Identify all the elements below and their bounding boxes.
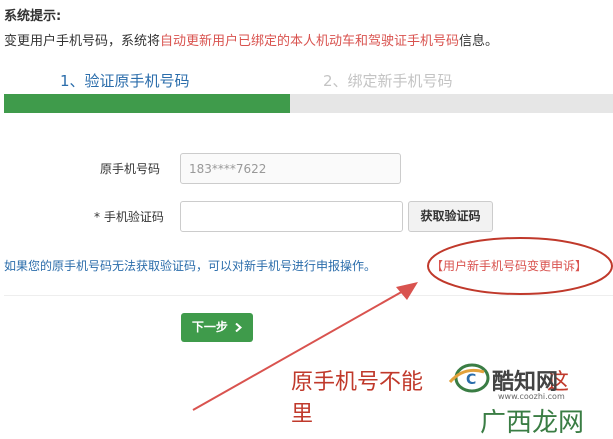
annotation-text-line1: 原手机号不能 bbox=[291, 370, 424, 395]
watermark: C 酷知网 www.coozhi.com 广西龙网 bbox=[442, 360, 613, 439]
notice-body-highlight: 自动更新用户已绑定的本人机动车和驾驶证手机号码 bbox=[160, 34, 460, 49]
watermark-url: www.coozhi.com bbox=[498, 392, 565, 401]
annotation-text-line2: 里 bbox=[291, 402, 314, 427]
notice-body-suffix: 信息。 bbox=[459, 34, 499, 49]
next-step-label: 下一步 bbox=[191, 320, 228, 334]
notice-body-prefix: 变更用户手机号码，系统将 bbox=[4, 34, 161, 49]
notice-title: 系统提示: bbox=[4, 9, 62, 24]
step-progress-bar bbox=[4, 94, 613, 113]
step-bind-new-phone: 2、绑定新手机号码 bbox=[323, 72, 453, 90]
step-progress-fill bbox=[4, 94, 290, 113]
chevron-right-icon bbox=[232, 320, 243, 334]
notice-body: 变更用户手机号码，系统将自动更新用户已绑定的本人机动车和驾驶证手机号码信息。 bbox=[4, 30, 498, 49]
svg-text:C: C bbox=[466, 372, 476, 388]
verification-code-label: * 手机验证码 bbox=[94, 210, 164, 224]
step-verify-old-phone: 1、验证原手机号码 bbox=[60, 72, 190, 90]
watermark-bottom: 广西龙网 bbox=[480, 408, 585, 438]
old-phone-label: 原手机号码 bbox=[100, 162, 161, 176]
watermark-logo-icon: C bbox=[448, 363, 490, 393]
next-step-button[interactable]: 下一步 bbox=[181, 313, 253, 342]
annotation-arrow-head bbox=[396, 282, 418, 300]
old-phone-field[interactable] bbox=[180, 153, 401, 184]
hint-text: 如果您的原手机号码无法获取验证码，可以对新手机号进行申报操作。 bbox=[4, 259, 377, 273]
divider bbox=[4, 295, 613, 296]
page: 系统提示: 变更用户手机号码，系统将自动更新用户已绑定的本人机动车和驾驶证手机号… bbox=[0, 0, 613, 439]
verification-code-input[interactable] bbox=[180, 201, 403, 232]
phone-change-appeal-link[interactable]: 【用户新手机号码变更申诉】 bbox=[431, 257, 587, 274]
get-code-button[interactable]: 获取验证码 bbox=[408, 201, 493, 232]
